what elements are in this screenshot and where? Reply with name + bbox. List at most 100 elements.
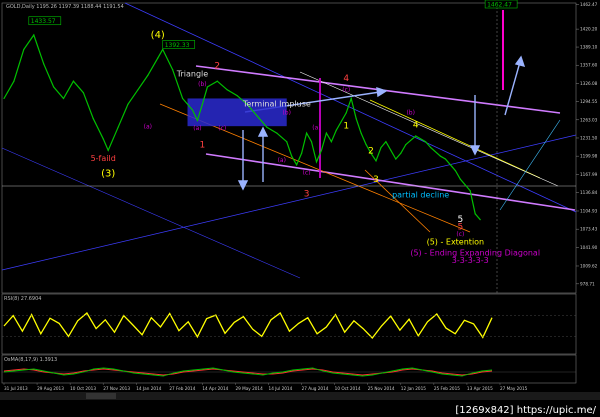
price-point-63 [464,184,466,186]
x-tick-label-0: 31 Jul 2013 [4,386,28,391]
price-point-26 [236,94,238,97]
price-point-31 [286,141,288,143]
wave-label-7: (a) [144,123,152,130]
price-point-36 [310,141,313,143]
price-point-60 [449,164,451,166]
price-point-18 [172,69,174,71]
wave-label-19: 3 [304,190,310,200]
active-symbol-tab[interactable] [86,393,116,399]
wave-label-3: (4) [151,30,165,41]
price-point-4 [43,63,45,65]
wave-label-16: (c) [342,87,350,94]
price-tag-0: 1433.57 [31,18,56,25]
x-tick-label-7: 29 May 2014 [235,386,263,391]
wave-label-26: partial decline [392,191,449,200]
price-point-65 [474,213,476,215]
wave-label-6: (b) [198,81,207,88]
price-point-43 [350,97,352,100]
price-point-0 [3,97,5,100]
price-point-44 [355,118,357,120]
price-point-22 [201,103,203,105]
price-point-45 [360,132,362,134]
wave-label-9: (a) [193,125,201,132]
y-tick-label-9: 1167.99 [580,172,598,177]
y-tick-label-15: 978.71 [580,281,595,286]
chart-background [0,0,600,417]
wave-label-8: (b) [282,110,291,117]
price-point-58 [439,155,442,157]
price-point-29 [266,126,268,128]
price-point-42 [345,112,347,114]
price-point-61 [454,169,456,172]
x-tick-label-12: 12 Jan 2015 [401,386,426,391]
price-point-10 [102,138,104,140]
wave-label-24: 5-faild [91,154,116,163]
x-tick-label-13: 25 Feb 2015 [434,386,460,391]
x-tick-label-1: 29 Aug 2013 [37,386,64,391]
price-point-28 [256,115,258,117]
price-point-30 [276,132,278,134]
wave-label-17: (b) [406,110,415,117]
wave-label-4: 2 [214,61,220,71]
y-tick-label-7: 1231.50 [580,135,598,140]
wave-label-20: 1 [343,121,349,131]
y-tick-label-13: 1041.90 [580,245,598,250]
wave-label-14: (c) [303,170,311,177]
price-point-12 [117,126,119,128]
price-point-37 [315,161,318,163]
rsi-title: RSI(8) 27.6904 [4,296,41,302]
wave-label-12: (a) [312,125,320,132]
macd-title: OsMA(8,17,9) 1.3913 [4,357,57,363]
price-point-50 [385,141,387,143]
price-point-33 [296,164,298,166]
y-tick-label-0: 1462.47 [580,2,598,7]
x-tick-label-15: 27 May 2015 [500,386,528,391]
price-point-16 [157,57,159,59]
wave-label-25: (3) [101,168,115,179]
y-tick-label-14: 1009.62 [580,263,598,268]
price-point-52 [395,158,397,160]
y-tick-label-1: 1420.20 [580,27,598,32]
price-point-39 [325,132,327,134]
price-tag-2: 1462.47 [487,2,512,9]
price-point-64 [469,190,471,192]
x-tick-label-3: 27 Nov 2013 [103,386,130,391]
price-point-24 [216,80,218,82]
price-point-19 [181,97,184,100]
y-tick-label-10: 1136.84 [580,190,598,195]
price-point-32 [291,155,293,157]
price-tag-1: 1392.33 [165,42,190,49]
wave-label-22: 3 [373,175,379,185]
x-tick-label-10: 10 Oct 2014 [335,386,361,391]
price-point-55 [415,135,417,137]
price-point-17 [162,48,164,51]
x-tick-label-5: 27 Feb 2014 [169,386,195,391]
wave-label-30: (5) - Extention [427,237,485,246]
price-point-21 [196,119,199,121]
price-point-13 [127,103,129,105]
price-point-59 [444,158,447,160]
price-point-23 [206,86,208,88]
x-tick-label-9: 27 Aug 2014 [302,386,329,391]
price-point-35 [305,132,308,134]
price-point-41 [335,129,337,131]
wave-label-15: 4 [343,74,349,84]
y-tick-label-2: 1389.10 [580,45,598,50]
price-point-48 [375,160,377,162]
y-tick-label-3: 1357.60 [580,63,598,68]
wave-label-23: 4 [413,120,419,130]
x-tick-label-6: 14 Apr 2014 [202,386,228,391]
price-point-1 [13,80,15,82]
price-point-53 [400,152,402,154]
price-point-15 [147,74,149,76]
wave-label-32: 3-3-3-3-3 [452,256,489,265]
x-tick-label-11: 25 Nov 2014 [368,386,395,391]
price-point-62 [459,178,461,180]
watermark-text: [1269x842] https://upic.me/ [455,405,596,416]
price-point-46 [365,144,367,146]
wave-label-10: (c) [218,125,226,132]
x-tick-label-4: 14 Jan 2014 [136,386,161,391]
symbol-line: GOLD,Daily 1195.26 1197.39 1188.44 1191.… [6,4,124,10]
price-point-11 [107,149,109,151]
price-point-49 [380,146,382,149]
